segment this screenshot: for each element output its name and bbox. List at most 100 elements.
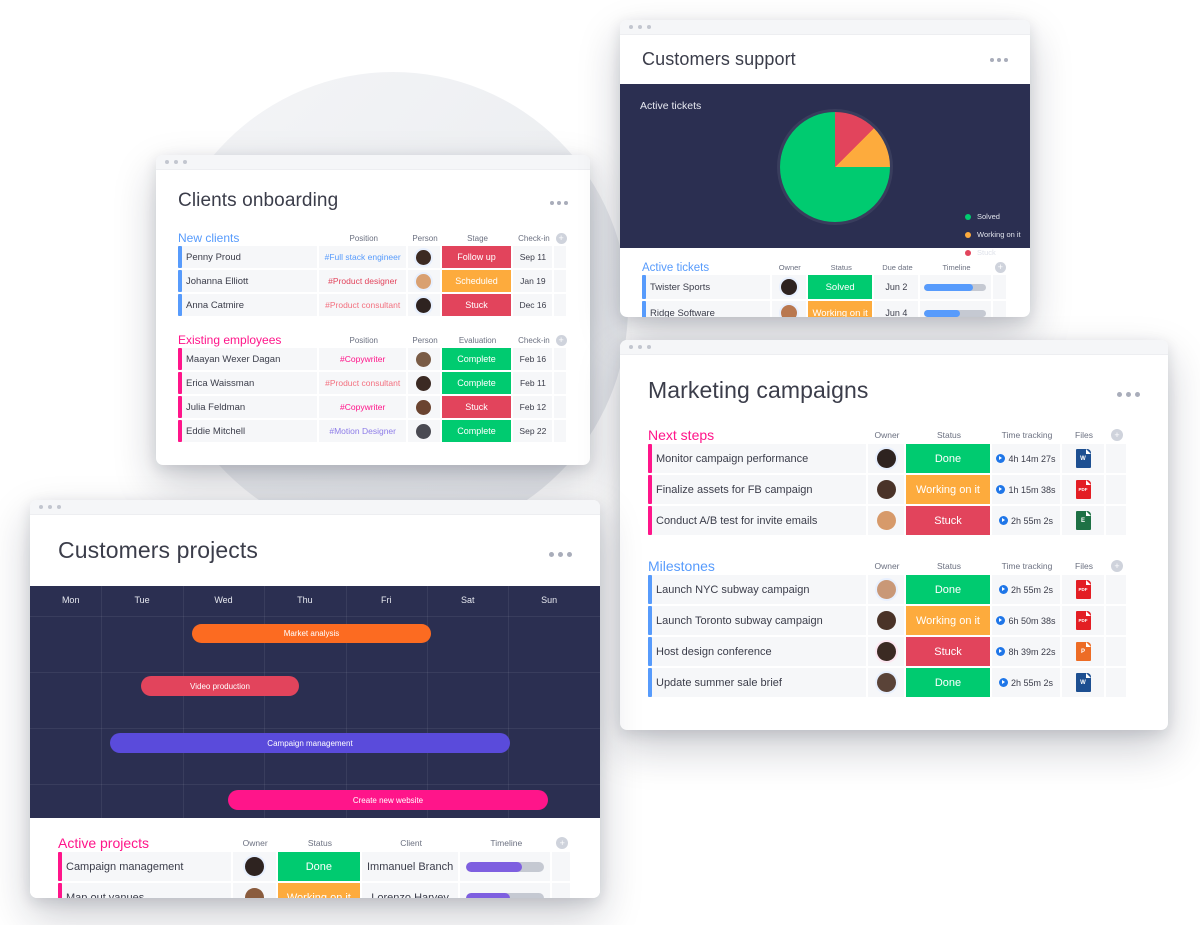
table-row[interactable]: Finalize assets for FB campaign Working … (648, 475, 1140, 504)
gantt-bar-create-new-website[interactable]: Create new website (228, 790, 548, 810)
cell-status[interactable]: Working on it (277, 883, 363, 898)
cell-files[interactable]: PDF (1062, 475, 1106, 504)
cell-timeline[interactable] (460, 852, 553, 881)
avatar[interactable] (876, 480, 896, 499)
cell-position[interactable]: #Motion Designer (318, 420, 409, 442)
cell-client[interactable]: Lorenzo Harvey (362, 883, 461, 898)
cell-status[interactable]: Stuck (906, 637, 992, 666)
cell-files[interactable]: PDF (1062, 575, 1106, 604)
avatar[interactable] (244, 888, 264, 898)
cell-status[interactable]: Working on it (906, 606, 992, 635)
table-row[interactable]: Twister Sports Solved Jun 2 (642, 275, 1009, 299)
chrome-dot-minimize[interactable] (48, 505, 52, 509)
table-row[interactable]: Ridge Software Working on it Jun 4 (642, 301, 1009, 317)
avatar[interactable] (416, 351, 432, 367)
plus-circle-icon[interactable]: + (1111, 560, 1123, 572)
chrome-dot-maximize[interactable] (57, 505, 61, 509)
cell-stage[interactable]: Scheduled (441, 270, 514, 292)
chrome-dot-minimize[interactable] (638, 345, 642, 349)
file-icon-pdf[interactable]: PDF (1075, 580, 1091, 599)
avatar[interactable] (244, 857, 264, 876)
table-row[interactable]: Erica Waissman #Product consultant Compl… (178, 372, 568, 394)
cell-due-date[interactable]: Jun 2 (874, 275, 921, 299)
cell-files[interactable]: W (1062, 444, 1106, 473)
cell-owner[interactable] (868, 475, 906, 504)
legend-item[interactable]: Working on it (965, 230, 1021, 239)
cell-status[interactable]: Done (906, 575, 992, 604)
table-row[interactable]: Conduct A/B test for invite emails Stuck… (648, 506, 1140, 535)
chrome-dot-minimize[interactable] (174, 160, 178, 164)
cell-time-tracking[interactable]: 8h 39m 22s (992, 637, 1062, 666)
cell-status[interactable]: Done (906, 668, 992, 697)
timeline-progress[interactable] (466, 861, 545, 872)
cell-evaluation[interactable]: Complete (441, 348, 514, 370)
table-row[interactable]: Julia Feldman #Copywriter Stuck Feb 12 (178, 396, 568, 418)
cell-stage[interactable]: Follow up (441, 246, 514, 268)
cell-owner[interactable] (771, 275, 808, 299)
cell-timeline[interactable] (920, 275, 993, 299)
plus-circle-icon[interactable]: + (555, 232, 567, 244)
cell-person[interactable] (408, 246, 442, 268)
avatar[interactable] (876, 642, 896, 661)
cell-evaluation[interactable]: Complete (441, 372, 514, 394)
cell-files[interactable]: E (1062, 506, 1106, 535)
avatar[interactable] (416, 423, 432, 439)
group-title-active-projects[interactable]: Active projects (58, 835, 233, 851)
avatar[interactable] (416, 297, 432, 313)
timeline-progress[interactable] (924, 309, 987, 317)
cell-person[interactable] (408, 348, 442, 370)
cell-time-tracking[interactable]: 6h 50m 38s (992, 606, 1062, 635)
cell-evaluation[interactable]: Complete (441, 420, 514, 442)
chrome-dot-maximize[interactable] (647, 345, 651, 349)
cell-checkin[interactable]: Feb 12 (513, 396, 555, 418)
cell-checkin[interactable]: Dec 16 (513, 294, 555, 316)
gantt-bar-video-production[interactable]: Video production (141, 676, 299, 696)
group-title-existing-employees[interactable]: Existing employees (178, 333, 319, 347)
file-icon-word[interactable]: W (1075, 449, 1091, 468)
group-title-next-steps[interactable]: Next steps (648, 427, 868, 443)
cell-position[interactable]: #Product consultant (318, 372, 409, 394)
cell-owner[interactable] (868, 637, 906, 666)
avatar[interactable] (416, 273, 432, 289)
cell-owner[interactable] (868, 506, 906, 535)
avatar[interactable] (876, 511, 896, 530)
cell-checkin[interactable]: Jan 19 (513, 270, 555, 292)
cell-status[interactable]: Working on it (807, 301, 875, 317)
cell-status[interactable]: Solved (807, 275, 875, 299)
avatar[interactable] (780, 279, 797, 295)
cell-status[interactable]: Done (906, 444, 992, 473)
cell-checkin[interactable]: Feb 16 (513, 348, 555, 370)
file-icon-excel[interactable]: E (1075, 511, 1091, 530)
kebab-icon[interactable] (549, 552, 572, 557)
cell-time-tracking[interactable]: 2h 55m 2s (992, 506, 1062, 535)
kebab-icon[interactable] (550, 201, 568, 205)
kebab-icon[interactable] (990, 57, 1008, 62)
table-row[interactable]: Map out vanues Working on it Lorenzo Har… (58, 883, 572, 898)
group-title-milestones[interactable]: Milestones (648, 558, 868, 574)
table-row[interactable]: Penny Proud #Full stack engineer Follow … (178, 246, 568, 268)
chrome-dot-close[interactable] (629, 345, 633, 349)
group-title-new-clients[interactable]: New clients (178, 231, 319, 245)
avatar[interactable] (416, 399, 432, 415)
file-icon-word[interactable]: W (1075, 673, 1091, 692)
cell-status[interactable]: Done (277, 852, 363, 881)
avatar[interactable] (780, 305, 797, 317)
cell-timeline[interactable] (920, 301, 993, 317)
file-icon-pdf[interactable]: PDF (1075, 611, 1091, 630)
cell-files[interactable]: W (1062, 668, 1106, 697)
play-icon[interactable] (996, 616, 1006, 625)
file-icon-powerpoint[interactable]: P (1075, 642, 1091, 661)
file-icon-pdf[interactable]: PDF (1075, 480, 1091, 499)
cell-files[interactable]: P (1062, 637, 1106, 666)
cell-position[interactable]: #Full stack engineer (318, 246, 409, 268)
chrome-dot-close[interactable] (629, 25, 633, 29)
avatar[interactable] (876, 449, 896, 468)
plus-circle-icon[interactable]: + (556, 837, 569, 849)
avatar[interactable] (416, 375, 432, 391)
cell-time-tracking[interactable]: 4h 14m 27s (992, 444, 1062, 473)
chrome-dot-close[interactable] (39, 505, 43, 509)
table-row[interactable]: Monitor campaign performance Done 4h 14m… (648, 444, 1140, 473)
cell-owner[interactable] (232, 852, 278, 881)
cell-position[interactable]: #Copywriter (318, 348, 409, 370)
chrome-dot-minimize[interactable] (638, 25, 642, 29)
